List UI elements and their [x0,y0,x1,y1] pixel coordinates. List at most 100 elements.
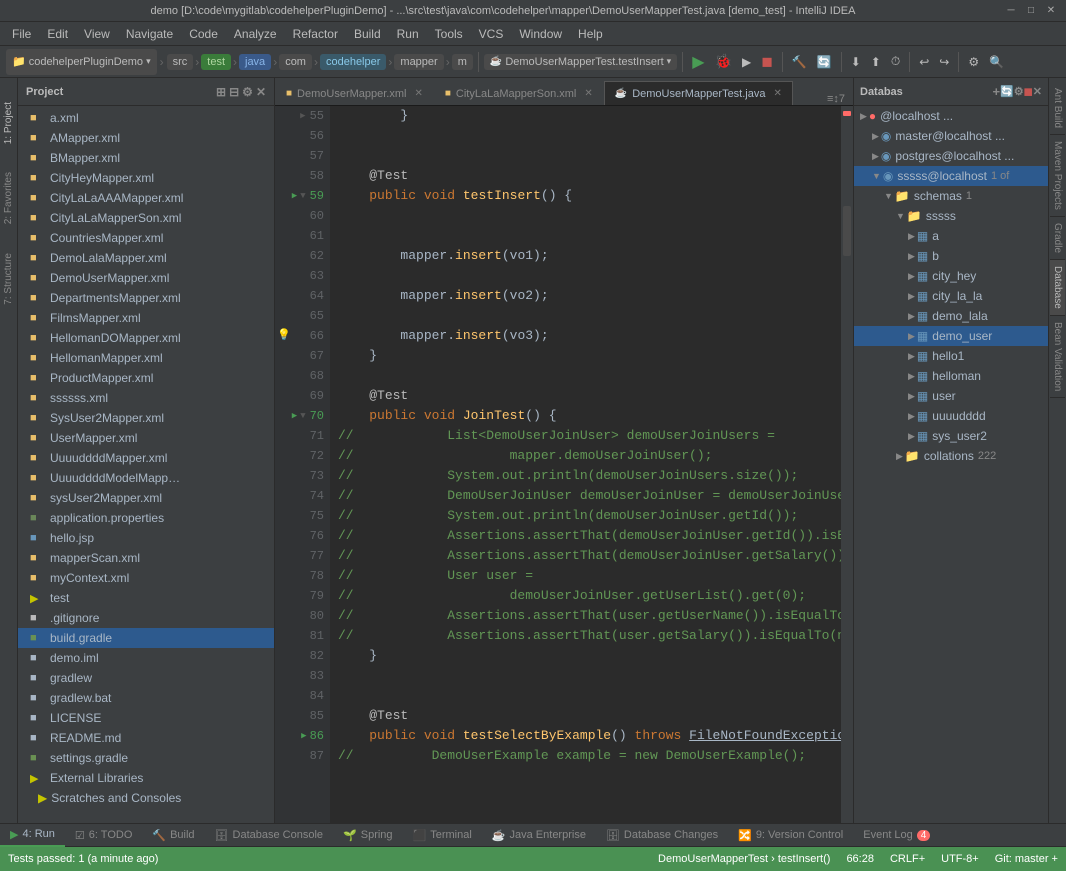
breadcrumb-mapper[interactable]: mapper [394,54,443,70]
run-button[interactable]: ▶ [688,49,708,75]
tree-item-sysuser2mapper-lower[interactable]: ■sysUser2Mapper.xml [18,488,274,508]
ant-build-tab[interactable]: Ant Build [1050,82,1065,135]
db-table-b[interactable]: ▶ ▦ b [854,246,1048,266]
tree-item-sysuser2mapper[interactable]: ■SysUser2Mapper.xml [18,408,274,428]
tree-item-uuuuddddmapper[interactable]: ■UuuuddddMapper.xml [18,448,274,468]
bean-validation-tab[interactable]: Bean Validation [1050,316,1065,398]
db-sssss-schema[interactable]: ▼ 📁 sssss [854,206,1048,226]
tree-item-mycontext[interactable]: ■myContext.xml [18,568,274,588]
tree-item-demoiml[interactable]: ■demo.iml [18,648,274,668]
bottom-tab-event-log[interactable]: Event Log 4 [853,823,940,847]
tab-demousermapper-xml[interactable]: ■ DemoUserMapper.xml ✕ [275,81,434,105]
tree-item-license[interactable]: ■LICENSE [18,708,274,728]
tree-item-cityheymapper[interactable]: ■CityHeyMapper.xml [18,168,274,188]
undo-button[interactable]: ↩ [915,49,933,75]
code-content[interactable]: } @Test public void testInsert() { mappe… [330,106,841,823]
tree-item-citylalamapper[interactable]: ■CityLaLaAAAMapper.xml [18,188,274,208]
tree-item-a-xml[interactable]: ■a.xml [18,108,274,128]
bulb-icon[interactable]: 💡 [277,326,291,346]
menu-view[interactable]: View [76,22,118,46]
menu-analyze[interactable]: Analyze [226,22,285,46]
gradle-tab[interactable]: Gradle [1050,217,1065,260]
search-everywhere-button[interactable]: 🔍 [985,49,1008,75]
menu-file[interactable]: File [4,22,39,46]
tree-item-settingsgradle[interactable]: ■settings.gradle [18,748,274,768]
maven-projects-tab[interactable]: Maven Projects [1050,135,1065,217]
tree-item-usermapper[interactable]: ■UserMapper.xml [18,428,274,448]
menu-edit[interactable]: Edit [39,22,76,46]
breadcrumb-m[interactable]: m [452,54,473,70]
tree-item-ssssss-xml[interactable]: ■ssssss.xml [18,388,274,408]
db-table-citylala[interactable]: ▶ ▦ city_la_la [854,286,1048,306]
tree-item-external-libs[interactable]: ▶External Libraries [18,768,274,788]
sync-button[interactable]: 🔄 [813,49,836,75]
db-master-localhost[interactable]: ▶ ◉ master@localhost ... [854,126,1048,146]
db-refresh-icon[interactable]: 🔄 [1000,85,1014,98]
maximize-button[interactable]: □ [1024,4,1038,18]
db-settings-icon[interactable]: ⚙ [1014,85,1024,98]
tree-item-departmentsmapper[interactable]: ■DepartmentsMapper.xml [18,288,274,308]
settings-button[interactable]: ⚙ [964,49,983,75]
db-table-a[interactable]: ▶ ▦ a [854,226,1048,246]
run-gutter-icon3[interactable]: ▶ [301,726,306,746]
db-table-helloman[interactable]: ▶ ▦ helloman [854,366,1048,386]
run-with-coverage-button[interactable]: ▶ [738,49,755,75]
code-editor[interactable]: ▶55 56 57 58 ▶ ▼ 59 60 61 62 63 64 65 💡 … [275,106,853,823]
tree-item-amapper[interactable]: ■AMapper.xml [18,128,274,148]
breadcrumb-src[interactable]: src [167,54,194,70]
tree-item-productmapper[interactable]: ■ProductMapper.xml [18,368,274,388]
vcs-branch[interactable]: Git: master + [995,853,1058,865]
scrollbar-thumb[interactable] [843,206,851,256]
tree-item-test-folder[interactable]: ▶test [18,588,274,608]
run-gutter-icon2[interactable]: ▶ [292,406,297,426]
menu-window[interactable]: Window [511,22,570,46]
db-table-cityhey[interactable]: ▶ ▦ city_hey [854,266,1048,286]
tab-close-icon[interactable]: ✕ [414,88,422,99]
tree-item-gitignore[interactable]: ■.gitignore [18,608,274,628]
collapse-all-icon[interactable]: ⊟ [229,85,239,99]
db-table-sysuser2[interactable]: ▶ ▦ sys_user2 [854,426,1048,446]
db-table-hello1[interactable]: ▶ ▦ hello1 [854,346,1048,366]
run-gutter-icon[interactable]: ▶ [292,186,297,206]
project-btn[interactable]: 📁 codehelperPluginDemo ▾ [6,49,157,75]
db-hide-icon[interactable]: ✕ [1033,85,1042,98]
menu-code[interactable]: Code [181,22,226,46]
menu-navigate[interactable]: Navigate [118,22,181,46]
close-button[interactable]: ✕ [1044,4,1058,18]
tab-close-icon[interactable]: ✕ [584,88,592,99]
tree-item-readme[interactable]: ■README.md [18,728,274,748]
menu-build[interactable]: Build [346,22,389,46]
minimize-button[interactable]: ─ [1004,4,1018,18]
db-schemas[interactable]: ▼ 📁 schemas 1 [854,186,1048,206]
bottom-tab-run[interactable]: ▶ 4: Run [0,823,65,847]
db-localhost[interactable]: ▶ ● @localhost ... [854,106,1048,126]
git-history-button[interactable]: ⏱ [887,49,904,75]
tab-citylalamapperson-xml[interactable]: ■ CityLaLaMapperSon.xml ✕ [434,81,604,105]
git-update-button[interactable]: ⬇ [847,49,865,75]
bottom-tab-db-console[interactable]: 🗄 Database Console [205,823,333,847]
tree-item-demolalamapper[interactable]: ■DemoLalaMapper.xml [18,248,274,268]
tree-item-appprops[interactable]: ■application.properties [18,508,274,528]
sidebar-tab-favorites[interactable]: 2: Favorites [1,168,16,228]
cursor-position[interactable]: 66:28 [846,853,874,865]
tree-item-demousermapper[interactable]: ■DemoUserMapper.xml [18,268,274,288]
menu-help[interactable]: Help [570,22,611,46]
db-table-demolala[interactable]: ▶ ▦ demo_lala [854,306,1048,326]
db-collations[interactable]: ▶ 📁 collations 222 [854,446,1048,466]
git-push-button[interactable]: ⬆ [867,49,885,75]
tree-item-citylalamapperson[interactable]: ■CityLaLaMapperSon.xml [18,208,274,228]
redo-button[interactable]: ↪ [935,49,953,75]
tree-item-bmapper[interactable]: ■BMapper.xml [18,148,274,168]
expand-all-icon[interactable]: ⊞ [216,85,226,99]
tree-item-filmsmapper[interactable]: ■FilmsMapper.xml [18,308,274,328]
sidebar-tab-structure[interactable]: 7: Structure [1,249,16,309]
tree-item-gradlewbat[interactable]: ■gradlew.bat [18,688,274,708]
bottom-tab-todo[interactable]: ☑ 6: TODO [65,823,142,847]
breadcrumb-java[interactable]: java [239,54,271,70]
menu-run[interactable]: Run [389,22,427,46]
breadcrumb-com[interactable]: com [279,54,312,70]
bottom-tab-version-control[interactable]: 🔀 9: Version Control [728,823,853,847]
charset[interactable]: UTF-8+ [941,853,979,865]
tree-item-hellojsp[interactable]: ■hello.jsp [18,528,274,548]
sidebar-tab-project[interactable]: 1: Project [1,98,16,148]
